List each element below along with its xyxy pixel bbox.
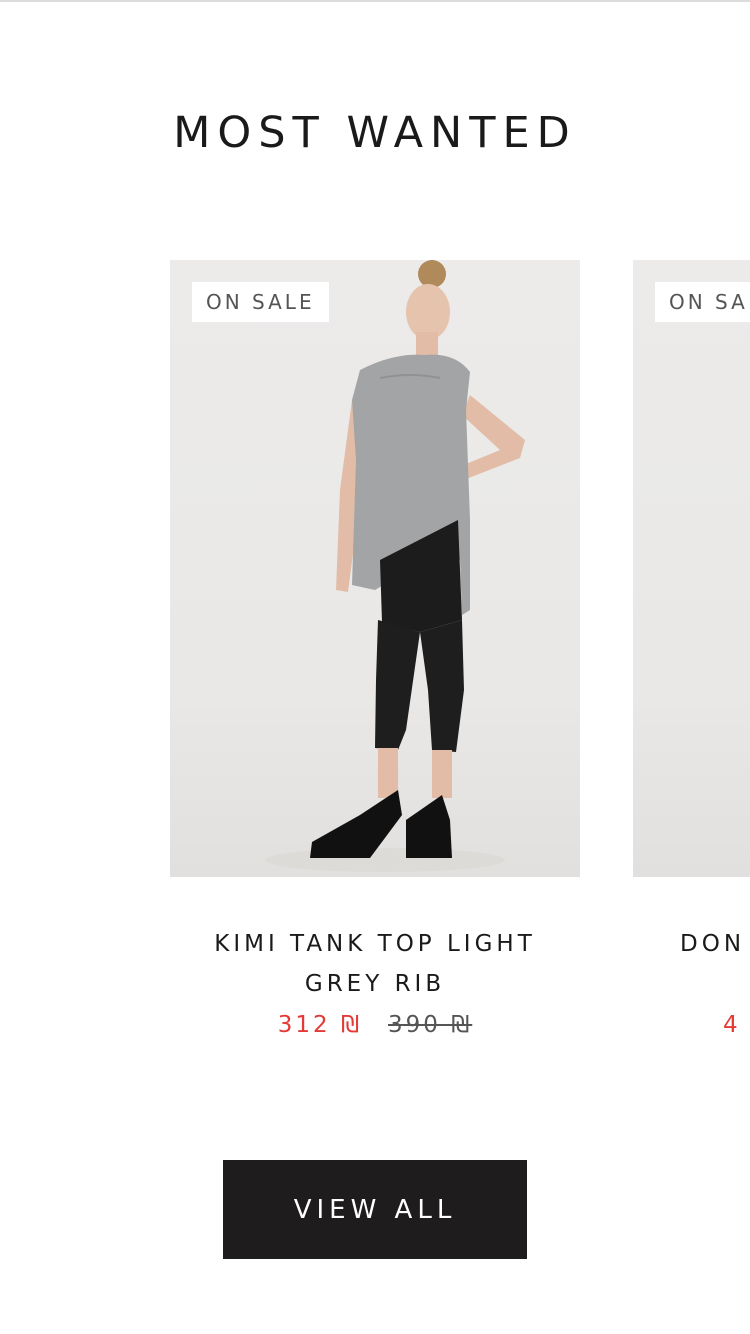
top-divider (0, 0, 750, 4)
product-prices: 312 ₪ 390 ₪ (170, 1012, 580, 1038)
sale-price: 312 ₪ (277, 1012, 362, 1038)
product-prices: 4 (723, 1012, 750, 1038)
product-card[interactable]: ON SA DON 4 (633, 260, 750, 1038)
product-image[interactable]: ON SA (633, 260, 750, 877)
product-title[interactable]: KIMI TANK TOP LIGHT GREY RIB (170, 924, 580, 1004)
product-carousel[interactable]: ON SALE KIMI TANK TOP LIGHT GREY RIB 312… (0, 260, 750, 1060)
product-title-line[interactable]: DON (680, 924, 750, 964)
product-card[interactable]: ON SALE KIMI TANK TOP LIGHT GREY RIB 312… (170, 260, 580, 1038)
on-sale-badge: ON SA (655, 282, 750, 322)
product-title-line[interactable]: KIMI TANK TOP LIGHT (170, 924, 580, 964)
product-image[interactable]: ON SALE (170, 260, 580, 877)
original-price: 390 ₪ (388, 1012, 473, 1038)
model-photo (265, 260, 525, 872)
sale-price: 4 (723, 1012, 741, 1038)
view-all-button[interactable]: VIEW ALL (223, 1160, 527, 1259)
section-title: MOST WANTED (173, 108, 577, 158)
product-title-line[interactable]: GREY RIB (170, 964, 580, 1004)
on-sale-badge: ON SALE (192, 282, 329, 322)
product-title[interactable]: DON (680, 924, 750, 964)
